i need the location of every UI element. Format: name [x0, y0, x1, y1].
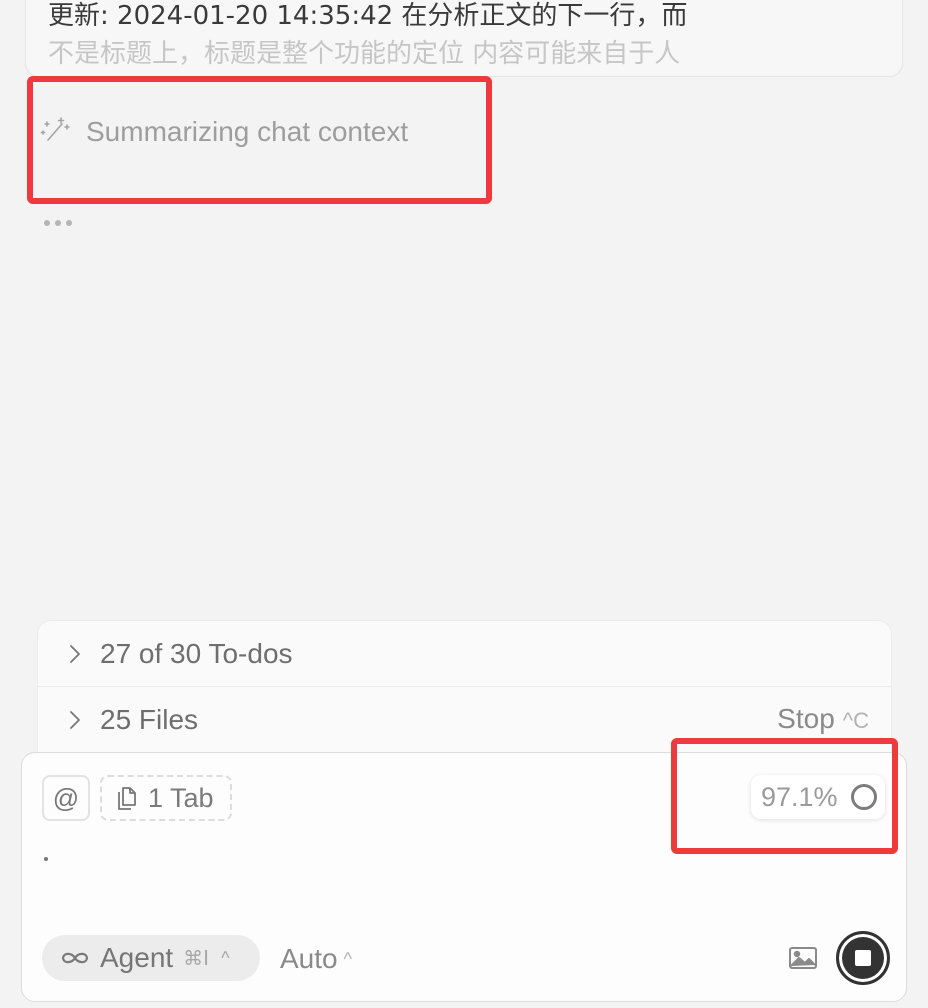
chevron-right-icon: [70, 711, 80, 729]
todos-row[interactable]: 27 of 30 To-dos: [38, 621, 891, 687]
context-tab-chip[interactable]: 1 Tab: [100, 775, 232, 821]
message-text-faded-line: 不是标题上，标题是整个功能的定位 内容可能来自于人: [48, 39, 681, 69]
chevron-up-icon: ^: [343, 948, 353, 969]
message-card: 更新: 2024-01-20 14:35:42 在分析正文的下一行，而 不是标题…: [25, 0, 903, 77]
stop-label: Stop: [777, 703, 835, 734]
stop-shortcut: ^C: [842, 708, 869, 733]
tab-chip-label: 1 Tab: [148, 782, 214, 813]
model-label: Auto: [280, 943, 338, 974]
chevron-up-icon: ^: [221, 947, 230, 968]
highlight-box: [671, 738, 898, 854]
agent-mode-selector[interactable]: Agent ⌘I ^: [42, 935, 260, 981]
typing-dot: [66, 220, 72, 226]
model-selector[interactable]: Auto ^: [280, 943, 352, 975]
image-icon[interactable]: [788, 945, 818, 971]
message-text-line: 更新: 2024-01-20 14:35:42 在分析正文的下一行，而: [48, 1, 688, 31]
agent-mode-shortcut: ⌘I: [183, 946, 210, 970]
typing-indicator: [44, 220, 72, 226]
todos-label: 27 of 30 To-dos: [100, 637, 293, 669]
stop-icon: [855, 950, 871, 966]
typing-dot: [44, 220, 50, 226]
chevron-right-icon: [70, 644, 80, 663]
infinity-icon: [61, 952, 89, 964]
highlight-box: [27, 76, 492, 204]
stop-button[interactable]: [836, 931, 890, 985]
stop-generation-button[interactable]: Stop ^C: [777, 703, 869, 735]
message-input[interactable]: [44, 857, 48, 861]
typing-dot: [55, 220, 61, 226]
agent-mode-label: Agent: [100, 942, 174, 973]
mention-button[interactable]: @: [42, 775, 90, 821]
files-icon: [118, 787, 136, 810]
files-label: 25 Files: [100, 704, 199, 735]
